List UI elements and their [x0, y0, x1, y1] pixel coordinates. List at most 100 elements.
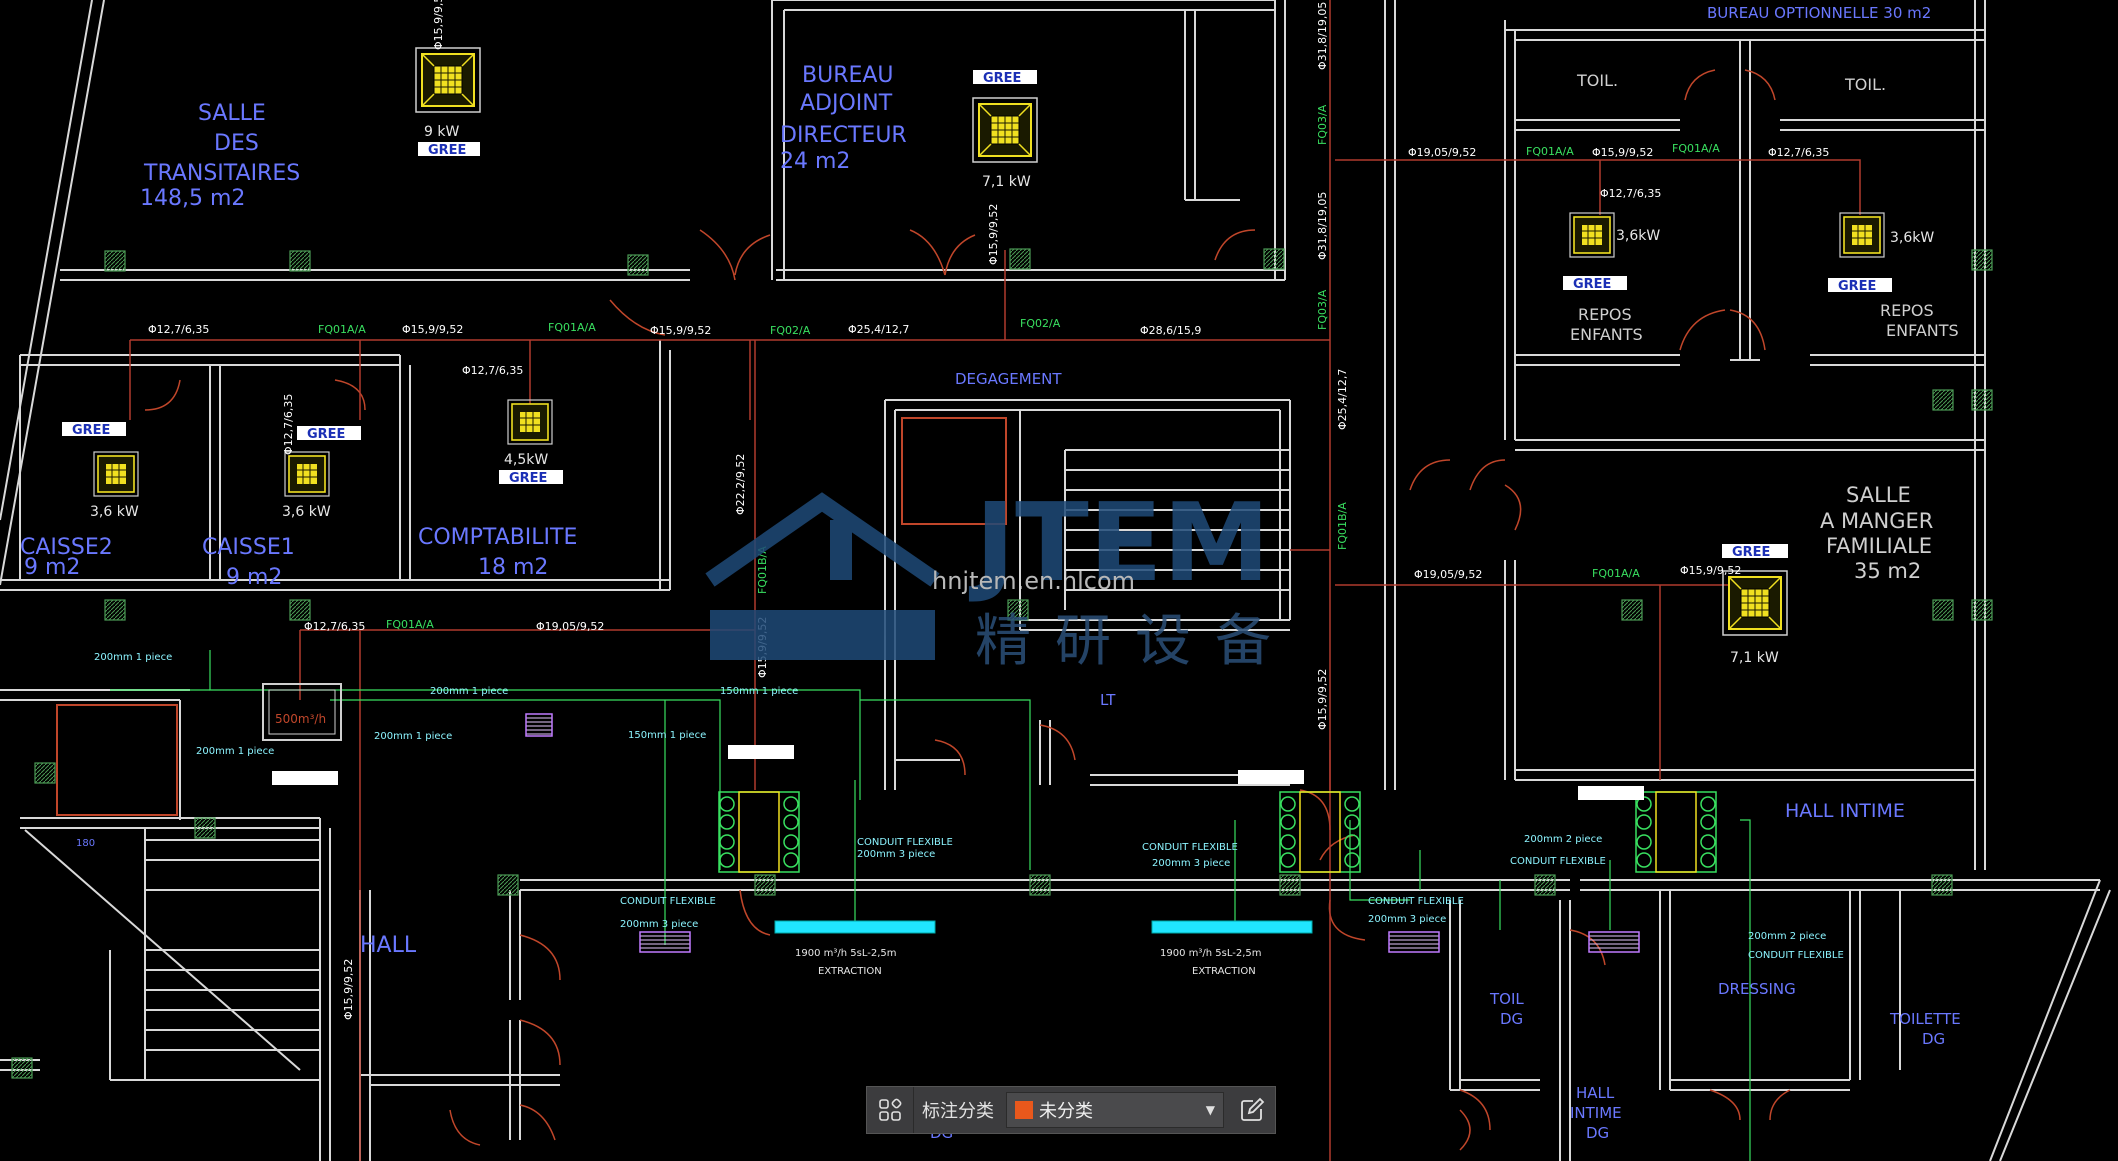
pipe-label-v: Φ15,9/9,52: [432, 0, 445, 50]
chevron-down-icon: ▼: [1205, 1103, 1215, 1117]
grid-icon: [879, 1098, 902, 1121]
edit-icon: [1241, 1097, 1265, 1121]
power-u4: 3,6 kW: [282, 504, 331, 520]
watermark: JTEM hnjtem.en.hlcom 精研设备: [705, 481, 1295, 674]
pipe-label: Φ19,05/9,52: [536, 620, 604, 633]
diffusers: [262, 683, 1640, 953]
category-color-swatch: [1015, 1101, 1033, 1119]
room-repos1-l2: ENFANTS: [1570, 325, 1643, 344]
category-select-value: 未分类: [1039, 1101, 1093, 1122]
room-salle-l3: TRANSITAIRES: [143, 161, 300, 186]
dimension-label: 180: [76, 838, 95, 849]
power-u6: 3,6kW: [1890, 230, 1934, 246]
pipe-label-v: Φ25,4/12,7: [1336, 369, 1349, 430]
cassette-unit-u1: [415, 47, 481, 113]
extraction-label: 1900 m³/h 5sL-2,5m: [1160, 948, 1261, 959]
pipe-label-v: Φ15,9/9,52: [342, 959, 355, 1020]
power-u7: 4,5kW: [504, 452, 548, 468]
brand-u2: GREE: [983, 71, 1021, 86]
ducted-unit-1: [718, 791, 800, 873]
room-compta-l2: 18 m2: [478, 555, 548, 580]
room-lt: LT: [1100, 691, 1116, 709]
room-compta-l1: COMPTABILITE: [418, 525, 577, 550]
room-toil-right: TOIL.: [1844, 75, 1886, 94]
pipe-label: Φ15,9/9,52: [402, 323, 463, 336]
pipe-label-v: FQ03/A: [1316, 104, 1329, 145]
toolbar-label: 标注分类: [922, 1101, 994, 1122]
duct-label: 200mm 3 piece: [620, 919, 698, 930]
watermark-cn: 精研设备: [975, 609, 1295, 674]
pipe-label: Φ12,7/6,35: [1600, 187, 1661, 200]
room-salle-l2: DES: [214, 131, 259, 156]
brand-u7: GREE: [509, 471, 547, 486]
duct-label: 200mm 1 piece: [196, 746, 274, 757]
duct-label: 200mm 3 piece: [1368, 914, 1446, 925]
cassette-unit-u6: [1839, 212, 1885, 258]
room-hall-dg-l2: INTIME: [1570, 1104, 1622, 1122]
extraction-grille-1: [774, 920, 936, 934]
pipe-label: FQ02/A: [1020, 317, 1061, 330]
pipe-label-v: FQ03/A: [1316, 289, 1329, 330]
extraction-label: EXTRACTION: [1192, 966, 1256, 977]
pipe-label-v: Φ22,2/9,52: [734, 454, 747, 515]
extraction-label: EXTRACTION: [818, 966, 882, 977]
cassette-unit-u4: [284, 451, 330, 497]
pipe-label: Φ15,9/9,52: [1680, 564, 1741, 577]
duct-label: 200mm 1 piece: [94, 652, 172, 663]
pipe-label: FQ02/A: [770, 324, 811, 337]
pipe-label: FQ01A/A: [386, 618, 434, 631]
duct-label: CONDUIT FLEXIBLE: [620, 896, 716, 907]
annotation-category-toolbar: 标注分类 未分类 ▼: [866, 1086, 1276, 1134]
room-hall-dg-l3: DG: [1586, 1124, 1609, 1142]
duct-label: 200mm 3 piece: [1152, 858, 1230, 869]
ac-units[interactable]: [93, 47, 1885, 873]
room-salle-manger-l3: FAMILIALE: [1826, 534, 1932, 558]
cad-drawing-canvas[interactable]: GREE GREE GREE GREE GREE GREE GREE GREE …: [0, 0, 2118, 1161]
brand-u6: GREE: [1838, 279, 1876, 294]
ducted-unit-3: [1635, 791, 1717, 873]
room-repos2-l1: REPOS: [1880, 301, 1934, 320]
power-u5: 3,6kW: [1616, 228, 1660, 244]
brand-u8: GREE: [1732, 545, 1770, 560]
duct-label: 200mm 1 piece: [430, 686, 508, 697]
edit-button[interactable]: [1229, 1087, 1275, 1133]
extraction-grille-2: [1151, 920, 1313, 934]
pipe-label: Φ19,05/9,52: [1408, 146, 1476, 159]
pipe-label: Φ12,7/6,35: [304, 620, 365, 633]
pipe-label-v: FQ01B/A: [1336, 502, 1349, 550]
power-u1: 9 kW: [424, 124, 459, 140]
room-toil-dg-l1: TOIL: [1489, 990, 1524, 1008]
room-bureau-l1: BUREAU: [802, 63, 894, 88]
pipe-label-v: Φ31,8/19,05: [1316, 2, 1329, 70]
airflow-label: 500m³/h: [275, 712, 326, 726]
duct-label: CONDUIT FLEXIBLE: [857, 837, 953, 848]
brand-u3: GREE: [72, 423, 110, 438]
duct-label: CONDUIT FLEXIBLE: [1748, 950, 1844, 961]
room-salle-l1: SALLE: [198, 101, 266, 126]
duct-label: 200mm 1 piece: [374, 731, 452, 742]
pipe-label: Φ28,6/15,9: [1140, 324, 1201, 337]
pipe-label-v: Φ12,7/6,35: [282, 394, 295, 455]
room-salle-manger-l1: SALLE: [1846, 483, 1911, 507]
brand-u1: GREE: [428, 143, 466, 158]
duct-label: CONDUIT FLEXIBLE: [1368, 896, 1464, 907]
room-salle-manger-l2: A MANGER: [1820, 509, 1933, 533]
grid-button[interactable]: [867, 1087, 914, 1133]
pipe-label: FQ01A/A: [548, 321, 596, 334]
pipe-label: Φ12,7/6,35: [1768, 146, 1829, 159]
duct-label: 200mm 2 piece: [1748, 931, 1826, 942]
pipe-label: Φ12,7/6,35: [148, 323, 209, 336]
room-toilette-dg-l1: TOILETTE: [1889, 1010, 1961, 1028]
cassette-unit-u7: [507, 399, 553, 445]
category-select[interactable]: 未分类 ▼: [1006, 1092, 1224, 1128]
room-hall-dg-l1: HALL: [1576, 1084, 1615, 1102]
room-toil-left: TOIL.: [1576, 71, 1618, 90]
duct-label: CONDUIT FLEXIBLE: [1142, 842, 1238, 853]
brand-u4: GREE: [307, 427, 345, 442]
room-degagement: DEGAGEMENT: [955, 370, 1062, 388]
pipe-label: Φ15,9/9,52: [1592, 146, 1653, 159]
duct-label: 200mm 2 piece: [1524, 834, 1602, 845]
room-toil-dg-l2: DG: [1500, 1010, 1523, 1028]
room-repos2-l2: ENFANTS: [1886, 321, 1959, 340]
cassette-unit-u8: [1722, 570, 1788, 636]
